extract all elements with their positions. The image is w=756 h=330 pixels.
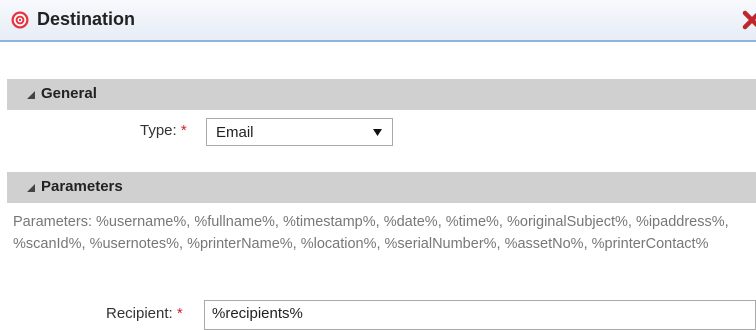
- section-header-general[interactable]: General: [7, 79, 756, 110]
- type-select-value: Email: [216, 124, 254, 141]
- titlebar-divider: [0, 40, 756, 42]
- type-select[interactable]: Email: [206, 118, 393, 146]
- close-icon[interactable]: [741, 9, 756, 31]
- section-title-general: General: [41, 85, 97, 102]
- type-label-text: Type:: [140, 122, 177, 139]
- dialog-title: Destination: [37, 9, 136, 29]
- type-field-label: Type: *: [140, 122, 187, 139]
- collapse-triangle-icon: [27, 184, 35, 192]
- target-icon: [11, 11, 29, 29]
- recipient-field[interactable]: [204, 300, 756, 330]
- required-asterisk: *: [176, 305, 183, 322]
- recipient-field-label: Recipient: *: [106, 305, 183, 322]
- section-header-parameters[interactable]: Parameters: [7, 172, 756, 203]
- section-title-parameters: Parameters: [41, 178, 123, 195]
- dropdown-arrow-icon: [373, 129, 382, 136]
- required-asterisk: *: [180, 122, 187, 139]
- dialog-titlebar: Destination: [0, 0, 756, 42]
- parameters-description: Parameters: %username%, %fullname%, %tim…: [13, 214, 729, 252]
- recipient-label-text: Recipient:: [106, 305, 173, 322]
- recipient-input[interactable]: [212, 305, 742, 322]
- collapse-triangle-icon: [27, 91, 35, 99]
